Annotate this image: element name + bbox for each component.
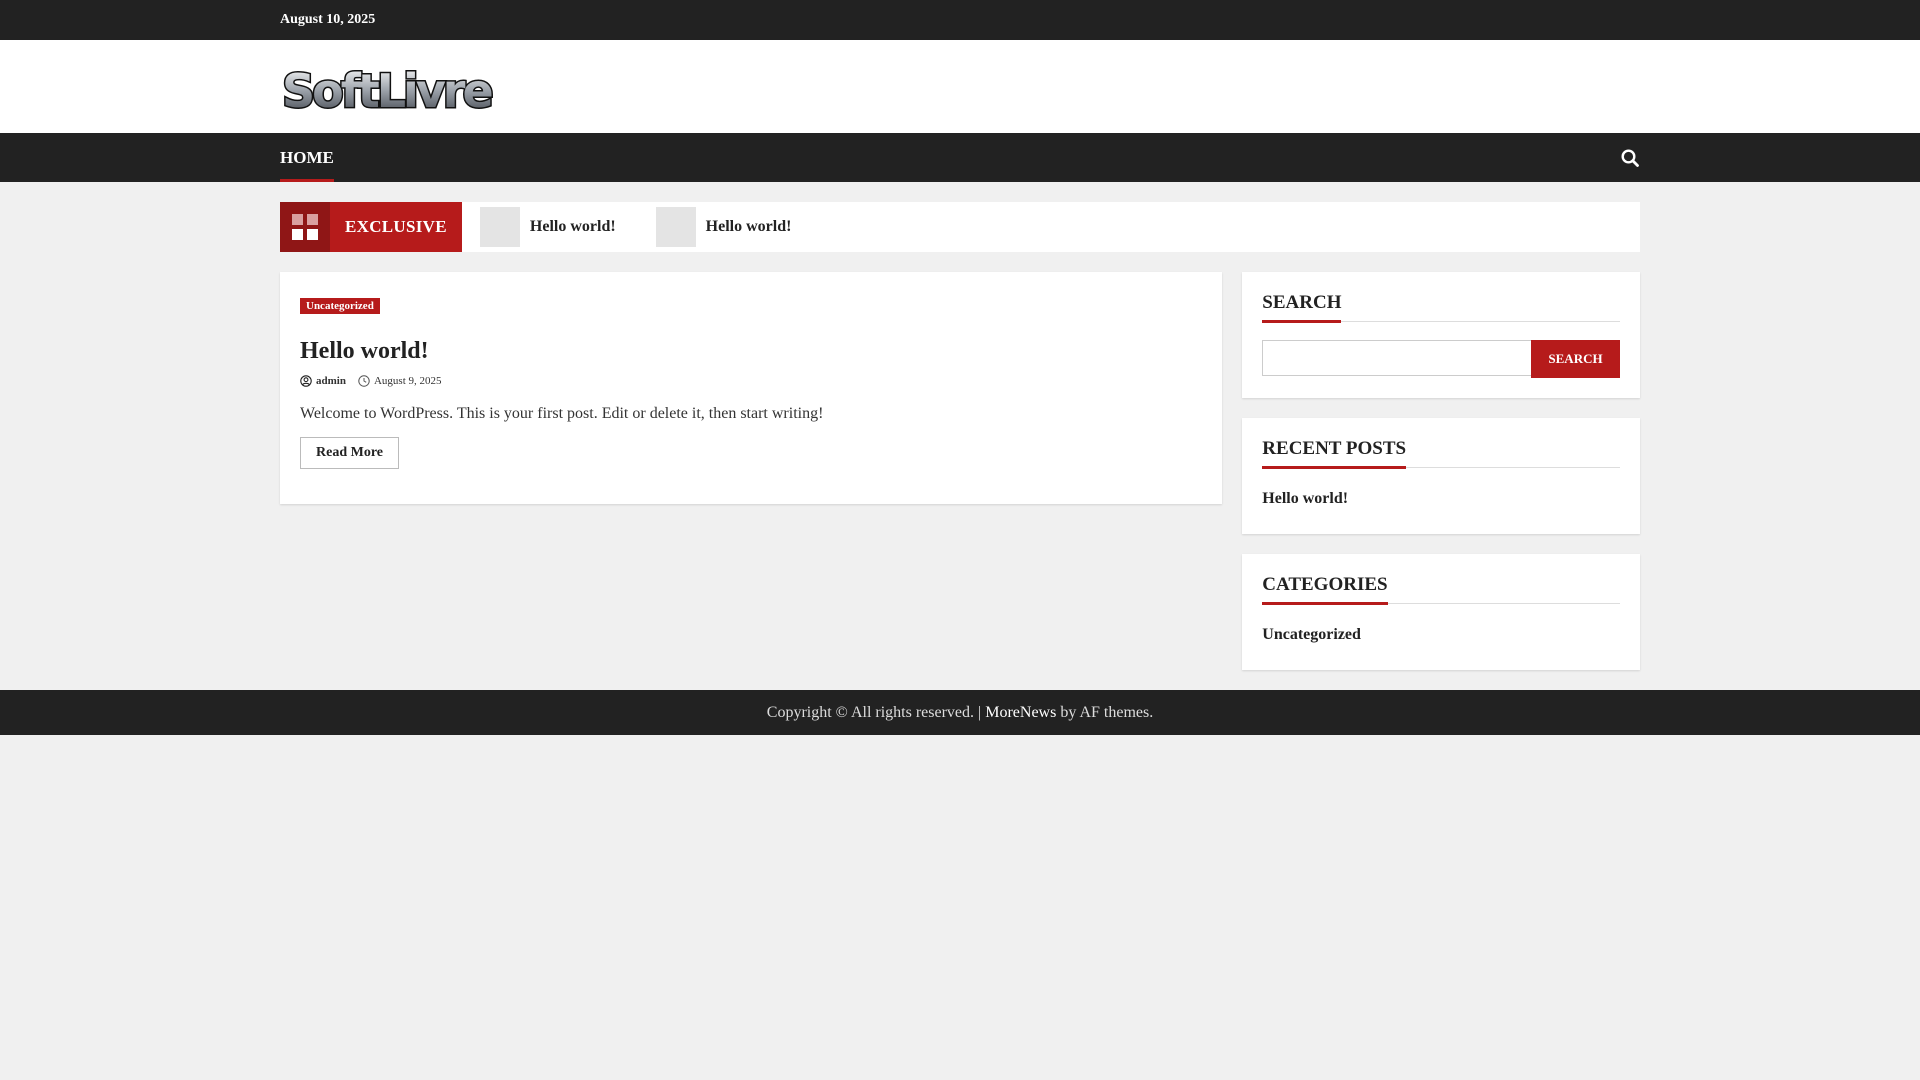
post-excerpt: Welcome to WordPress. This is your first… [300,405,824,422]
site-logo-link[interactable]: SoftLivre [280,57,512,117]
content-area: Uncategorized Hello world! admin August … [280,272,1223,504]
ticker-label: EXCLUSIVE [280,202,462,252]
search-button[interactable]: SEARCH [1531,340,1620,378]
search-form: SEARCH [1262,340,1620,378]
ticker-thumbnail [479,207,520,247]
post-date: August 9, 2025 [358,375,442,387]
categories-widget: CATEGORIES Uncategorized [1242,554,1640,670]
recent-posts-widget: RECENT POSTS Hello world! [1242,418,1640,534]
ticker-thumbnail [655,207,696,247]
ticker-item-title: Hello world! [705,218,792,235]
ticker-item-title: Hello world! [529,218,616,235]
site-branding: SoftLivre [0,40,1920,133]
category-badge[interactable]: Uncategorized [300,298,380,314]
footer-copyright: Copyright © All rights reserved. | [766,703,986,721]
site-footer: Copyright © All rights reserved. | MoreN… [0,690,1920,735]
category-link[interactable]: Uncategorized [1262,622,1620,650]
grid-icon [292,214,318,240]
logo-text: SoftLivre [282,64,491,117]
current-date: August 10, 2025 [280,12,376,27]
search-icon[interactable] [1620,148,1640,168]
site-logo: SoftLivre [281,62,496,117]
search-widget-title: SEARCH [1262,292,1342,323]
footer-by-text: by AF themes. [1056,703,1154,721]
sidebar: SEARCH SEARCH RECENT POSTS Hello world! … [1242,272,1640,690]
main-area: Uncategorized Hello world! admin August … [280,272,1640,690]
recent-post-link[interactable]: Hello world! [1262,486,1620,514]
ticker-icon-box [280,202,330,252]
ticker-item[interactable]: Hello world! [655,207,792,247]
post-card: Uncategorized Hello world! admin August … [280,272,1223,504]
footer-text: Copyright © All rights reserved. | MoreN… [767,704,1153,722]
exclusive-ticker: EXCLUSIVE Hello world! Hello world! [280,202,1640,252]
recent-posts-title: RECENT POSTS [1262,438,1407,469]
widget-title-row: SEARCH [1262,292,1620,323]
user-circle-icon [300,375,312,387]
ticker-label-text: EXCLUSIVE [330,202,462,252]
nav-home-link[interactable]: HOME [280,133,334,182]
ticker-item[interactable]: Hello world! [479,207,616,247]
post-title[interactable]: Hello world! [300,338,1202,365]
read-more-button[interactable]: Read More [300,437,399,469]
top-bar: August 10, 2025 [0,0,1920,40]
post-date-text: August 9, 2025 [373,375,442,387]
main-navigation: HOME [0,133,1920,182]
post-author-name: admin [316,375,346,387]
widget-title-row: RECENT POSTS [1262,438,1620,469]
widget-title-row: CATEGORIES [1262,574,1620,605]
search-widget: SEARCH SEARCH [1242,272,1640,398]
post-meta: admin August 9, 2025 [300,375,1202,387]
search-input[interactable] [1262,340,1532,376]
post-author[interactable]: admin [300,375,346,387]
clock-icon [358,375,370,387]
categories-title: CATEGORIES [1262,574,1388,605]
footer-theme-link[interactable]: MoreNews [985,704,1056,721]
